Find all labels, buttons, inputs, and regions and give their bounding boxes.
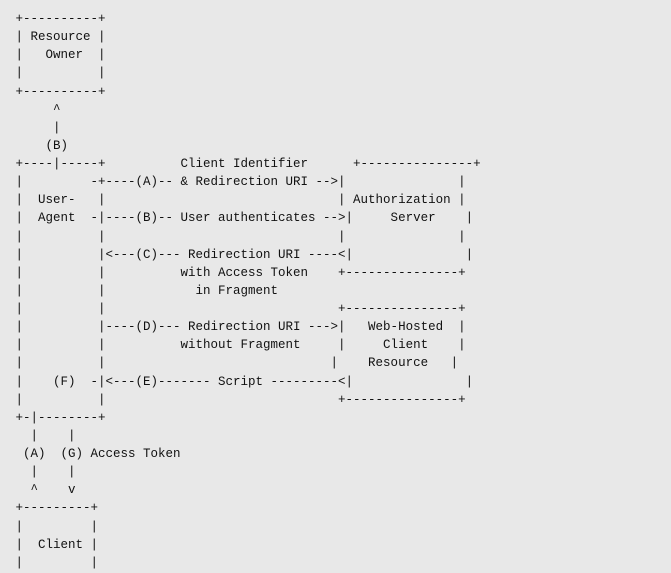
- diagram-content: +----------+ | Resource | | Owner | | | …: [8, 10, 663, 573]
- diagram-container: +----------+ | Resource | | Owner | | | …: [0, 0, 671, 573]
